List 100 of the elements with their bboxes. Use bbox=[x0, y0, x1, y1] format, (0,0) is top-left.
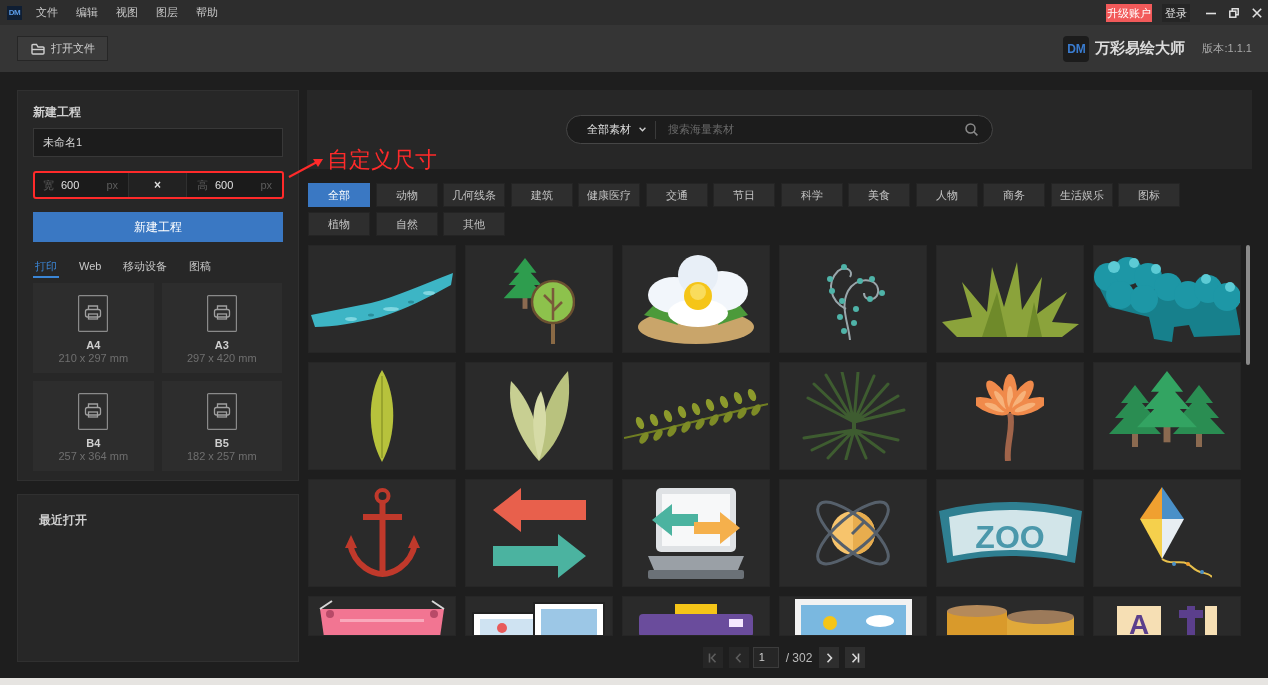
asset-tile[interactable] bbox=[779, 596, 927, 636]
printer-icon bbox=[206, 393, 237, 430]
asset-tile[interactable] bbox=[622, 479, 770, 587]
asset-tile[interactable] bbox=[308, 245, 456, 353]
category-button[interactable]: 动物 bbox=[375, 183, 438, 207]
annotation-text: 自定义尺寸 bbox=[327, 147, 437, 173]
category-button[interactable]: 全部 bbox=[308, 183, 370, 207]
printer-icon bbox=[78, 393, 109, 430]
category-button[interactable]: 生活娱乐 bbox=[1050, 183, 1113, 207]
category-button[interactable]: 几何线条 bbox=[443, 183, 505, 207]
app-name: 万彩易绘大师 bbox=[1095, 38, 1186, 59]
menu-item[interactable]: 编辑 bbox=[67, 0, 107, 25]
chevron-left-icon bbox=[734, 652, 744, 663]
category-button[interactable]: 美食 bbox=[848, 183, 910, 207]
tab[interactable]: Web bbox=[77, 256, 104, 278]
category-button[interactable]: 图标 bbox=[1118, 183, 1180, 207]
app-logo: DM bbox=[7, 5, 22, 20]
menu-item[interactable]: 文件 bbox=[27, 0, 67, 25]
create-project-button[interactable]: 新建工程 bbox=[33, 212, 283, 242]
version-label: 版本:1.1.1 bbox=[1202, 41, 1252, 57]
brand-logo: DM bbox=[1063, 35, 1090, 62]
preset-size: 297 x 420 mm bbox=[186, 352, 257, 365]
category-button[interactable]: 节日 bbox=[713, 183, 775, 207]
category-button[interactable]: 植物 bbox=[308, 212, 370, 236]
panel-title: 新建工程 bbox=[33, 104, 82, 120]
unit-label: px bbox=[106, 177, 118, 193]
next-page-button[interactable] bbox=[819, 647, 840, 668]
name-field[interactable]: 未命名1 bbox=[33, 128, 283, 157]
preset-card[interactable]: A3 297 x 420 mm bbox=[161, 283, 282, 373]
asset-tile[interactable] bbox=[1093, 245, 1241, 353]
printer-icon bbox=[206, 295, 237, 332]
asset-tile[interactable] bbox=[1093, 362, 1241, 470]
restore-icon[interactable] bbox=[1228, 7, 1239, 18]
preset-name: B4 bbox=[86, 437, 101, 450]
asset-tile[interactable] bbox=[622, 362, 770, 470]
search-icon[interactable] bbox=[965, 123, 978, 136]
chevron-right-icon bbox=[824, 652, 834, 663]
asset-tile[interactable] bbox=[1093, 479, 1241, 587]
open-file-button[interactable]: 打开文件 bbox=[17, 36, 108, 61]
menu-item[interactable]: 帮助 bbox=[187, 0, 227, 25]
tab[interactable]: 移动设备 bbox=[121, 256, 170, 278]
category-button[interactable]: 交通 bbox=[645, 183, 708, 207]
sign-text: ZOO bbox=[974, 518, 1045, 555]
asset-tile[interactable] bbox=[622, 596, 770, 636]
chevron-bar-right-icon bbox=[850, 652, 860, 663]
category-button[interactable]: 建筑 bbox=[510, 183, 573, 207]
preset-name: A4 bbox=[86, 339, 101, 352]
scrollbar[interactable] bbox=[1246, 245, 1250, 365]
scope-dropdown[interactable]: 全部素材 bbox=[587, 121, 646, 138]
page-input[interactable]: 1 bbox=[752, 647, 779, 668]
asset-tile[interactable] bbox=[465, 596, 613, 636]
chevron-down-icon bbox=[639, 127, 646, 132]
asset-tile[interactable] bbox=[779, 245, 927, 353]
width-value: 600 bbox=[61, 177, 80, 193]
category-button[interactable]: 健康医疗 bbox=[578, 183, 640, 207]
preset-name: A3 bbox=[214, 339, 229, 352]
unit-label: px bbox=[260, 177, 272, 193]
height-value: 600 bbox=[215, 177, 234, 193]
category-button[interactable]: 科学 bbox=[780, 183, 843, 207]
bar-chevron-left-icon bbox=[708, 652, 718, 663]
asset-tile[interactable] bbox=[936, 245, 1084, 353]
category-button[interactable]: 其他 bbox=[443, 212, 505, 236]
size-separator: × bbox=[128, 172, 187, 198]
login-button[interactable]: 登录 bbox=[1162, 3, 1190, 22]
preset-size: 210 x 297 mm bbox=[58, 352, 129, 365]
category-button[interactable]: 自然 bbox=[375, 212, 438, 236]
annotation-arrow bbox=[287, 157, 325, 179]
preset-size: 182 x 257 mm bbox=[186, 450, 257, 463]
menu-item[interactable]: 图层 bbox=[147, 0, 187, 25]
last-page-button[interactable] bbox=[845, 647, 866, 668]
folder-icon bbox=[31, 42, 45, 55]
asset-tile[interactable]: A bbox=[1093, 596, 1241, 636]
asset-tile[interactable] bbox=[936, 362, 1084, 470]
asset-tile[interactable] bbox=[465, 362, 613, 470]
asset-tile[interactable] bbox=[622, 245, 770, 353]
category-button[interactable]: 人物 bbox=[915, 183, 978, 207]
asset-tile[interactable] bbox=[779, 479, 927, 587]
asset-tile[interactable] bbox=[308, 596, 456, 636]
tab[interactable]: 打印 bbox=[33, 256, 59, 278]
category-button[interactable]: 商务 bbox=[983, 183, 1045, 207]
asset-tile[interactable] bbox=[308, 362, 456, 470]
asset-tile[interactable] bbox=[308, 479, 456, 587]
preset-size: 257 x 364 mm bbox=[58, 450, 129, 463]
search-input[interactable]: 搜索海量素材 bbox=[668, 121, 965, 138]
menu-item[interactable]: 视图 bbox=[107, 0, 147, 25]
panel-title: 最近打开 bbox=[39, 512, 88, 528]
preset-name: B5 bbox=[214, 437, 229, 450]
close-icon[interactable] bbox=[1251, 7, 1262, 18]
printer-icon bbox=[78, 295, 109, 332]
asset-tile[interactable] bbox=[465, 245, 613, 353]
tab[interactable]: 图稿 bbox=[187, 256, 214, 278]
letter-text: A bbox=[1128, 609, 1150, 635]
page-total: / 302 bbox=[785, 649, 813, 667]
preset-card[interactable]: B5 182 x 257 mm bbox=[161, 381, 282, 471]
preset-card[interactable]: A4 210 x 297 mm bbox=[33, 283, 154, 373]
asset-tile[interactable] bbox=[465, 479, 613, 587]
asset-tile[interactable] bbox=[936, 596, 1084, 636]
asset-tile[interactable] bbox=[779, 362, 927, 470]
search-bar[interactable]: 全部素材 搜索海量素材 bbox=[566, 115, 993, 144]
preset-card[interactable]: B4 257 x 364 mm bbox=[33, 381, 154, 471]
